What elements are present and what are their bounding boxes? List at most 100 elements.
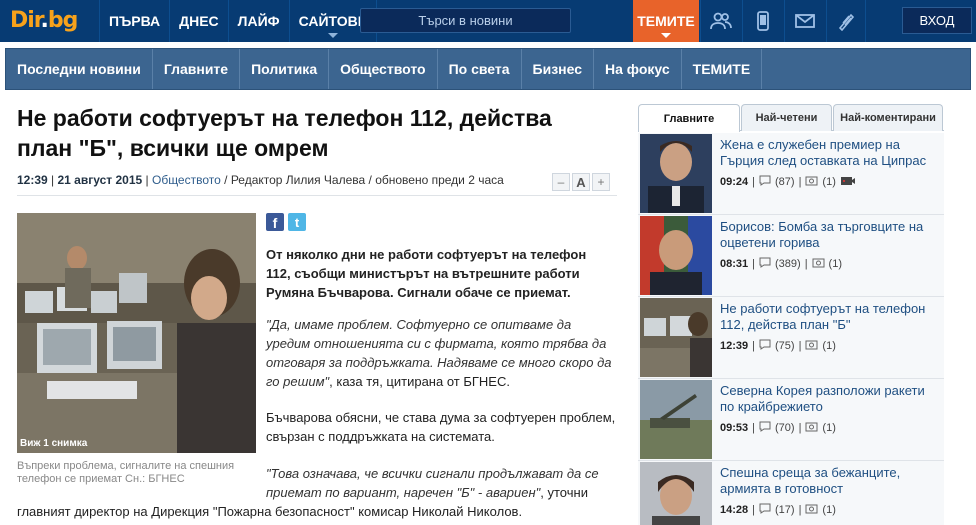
comment-icon <box>759 175 771 189</box>
photo-icon <box>805 339 818 353</box>
news-title[interactable]: Не работи софтуерът на телефон 112, дейс… <box>720 301 942 333</box>
news-thumbnail[interactable] <box>640 298 712 377</box>
news-stats: 09:24 | (87) | (1) <box>720 175 856 189</box>
news-stats: 08:31 | (389) | (1) <box>720 257 842 271</box>
divider <box>17 195 617 196</box>
logo-text: Dir.bg <box>10 7 78 33</box>
news-title[interactable]: Борисов: Бомба за търговците на оцветени… <box>720 219 942 251</box>
photo-count: (1) <box>828 258 842 270</box>
list-item[interactable]: Жена е служебен премиер на Гърция след о… <box>638 133 944 215</box>
section-nav-item-society[interactable]: Обществото <box>329 49 438 89</box>
top-nav: ПЪРВА ДНЕС ЛАЙФ САЙТОВЕ <box>99 0 378 42</box>
people-icon[interactable] <box>700 0 740 42</box>
article-photo[interactable]: Виж 1 снимка <box>17 213 256 453</box>
comment-icon <box>759 339 771 353</box>
article-lead: От няколко дни не работи софтуерът на те… <box>266 247 587 300</box>
article-updated: обновено преди 2 часа <box>375 173 504 187</box>
comment-count: (87) <box>775 176 795 188</box>
quote-attribution: , уточни <box>540 485 588 500</box>
tab-main[interactable]: Главните <box>638 104 740 132</box>
list-item[interactable]: Борисов: Бомба за търговците на оцветени… <box>638 215 944 297</box>
photo-count: (1) <box>822 504 836 516</box>
comment-count: (70) <box>775 422 795 434</box>
sidebar-news-list: Жена е служебен премиер на Гърция след о… <box>638 133 944 525</box>
section-nav-item-world[interactable]: По света <box>438 49 522 89</box>
comment-count: (17) <box>775 504 795 516</box>
section-nav-item-main[interactable]: Главните <box>153 49 241 89</box>
news-thumbnail[interactable] <box>640 216 712 295</box>
rss-icon[interactable] <box>826 0 866 42</box>
photo-count: (1) <box>822 422 836 434</box>
comment-icon <box>759 503 771 517</box>
saitove-label: САЙТОВЕ <box>298 13 368 29</box>
news-thumbnail[interactable] <box>640 134 712 213</box>
topics-label: ТЕМИТЕ <box>637 13 695 29</box>
news-time: 08:31 <box>720 258 749 270</box>
list-item[interactable]: Спешна среща за бежанците, армията в гот… <box>638 461 944 525</box>
article-paragraph: "Да, имаме проблем. Софтуерно се опитвам… <box>266 315 618 391</box>
site-logo[interactable]: Dir.bg <box>10 6 78 34</box>
article-paragraph-continuation: главният директор на Дирекция "Пожарна б… <box>17 504 523 519</box>
video-icon <box>840 175 856 189</box>
article-time: 12:39 <box>17 173 48 187</box>
comment-icon <box>759 421 771 435</box>
comment-count: (75) <box>775 340 795 352</box>
top-nav-item-parva[interactable]: ПЪРВА <box>99 0 169 42</box>
photo-icon <box>805 503 818 517</box>
article-paragraph: "Това означава, че всички сигнали продъл… <box>266 464 618 502</box>
news-thumbnail[interactable] <box>640 380 712 459</box>
font-decrease-button[interactable]: – <box>552 173 570 191</box>
top-nav-item-layf[interactable]: ЛАЙФ <box>227 0 289 42</box>
section-nav-item-politics[interactable]: Политика <box>240 49 330 89</box>
photo-icon <box>812 257 825 271</box>
section-nav-item-focus[interactable]: На фокус <box>594 49 682 89</box>
section-nav-item-topics[interactable]: ТЕМИТЕ <box>682 49 763 89</box>
article-section-link[interactable]: Обществото <box>152 173 221 187</box>
quote-attribution: , каза тя, цитирана от БГНЕС. <box>329 374 510 389</box>
news-stats: 09:53 | (70) | (1) <box>720 421 836 435</box>
photo-count-label[interactable]: Виж 1 снимка <box>20 438 87 449</box>
topics-button[interactable]: ТЕМИТЕ <box>633 0 699 42</box>
news-title[interactable]: Северна Корея разположи ракети по крайбр… <box>720 383 942 415</box>
search-input[interactable]: Търси в новини <box>360 8 571 33</box>
font-reset-button[interactable]: A <box>572 173 590 191</box>
section-nav-item-latest[interactable]: Последни новини <box>6 49 153 89</box>
share-buttons: f t <box>266 213 306 231</box>
news-time: 14:28 <box>720 504 749 516</box>
chevron-down-icon <box>661 33 671 38</box>
photo-icon <box>805 175 818 189</box>
comment-icon <box>759 257 771 271</box>
sidebar-tabs: Главните Най-четени Най-коментирани <box>638 104 944 132</box>
news-time: 12:39 <box>720 340 749 352</box>
article-meta: 12:39 | 21 август 2015 | Обществото / Ре… <box>17 173 504 187</box>
top-nav-item-dnes[interactable]: ДНЕС <box>169 0 228 42</box>
photo-caption: Въпреки проблема, сигналите на спешния т… <box>17 460 235 485</box>
news-thumbnail[interactable] <box>640 462 712 525</box>
article-title: Не работи софтуерът на телефон 112, дейс… <box>17 105 552 161</box>
facebook-icon[interactable]: f <box>266 213 284 231</box>
comment-count: (389) <box>775 258 801 270</box>
section-nav-item-business[interactable]: Бизнес <box>522 49 595 89</box>
news-title[interactable]: Спешна среща за бежанците, армията в гот… <box>720 465 942 497</box>
twitter-icon[interactable]: t <box>288 213 306 231</box>
chevron-down-icon <box>327 33 338 38</box>
tab-most-read[interactable]: Най-четени <box>741 104 832 131</box>
font-size-controls: – A + <box>552 173 610 191</box>
news-time: 09:24 <box>720 176 749 188</box>
tab-most-commented[interactable]: Най-коментирани <box>833 104 943 131</box>
news-time: 09:53 <box>720 422 749 434</box>
login-button[interactable]: ВХОД <box>902 7 972 34</box>
list-item[interactable]: Северна Корея разположи ракети по крайбр… <box>638 379 944 461</box>
photo-icon <box>805 421 818 435</box>
mobile-icon[interactable] <box>742 0 782 42</box>
article-paragraph: Бъчварова обясни, че става дума за софту… <box>266 410 616 444</box>
font-increase-button[interactable]: + <box>592 173 610 191</box>
news-title[interactable]: Жена е служебен премиер на Гърция след о… <box>720 137 942 169</box>
photo-count: (1) <box>822 176 836 188</box>
article-date: 21 август 2015 <box>57 173 143 187</box>
photo-count: (1) <box>822 340 836 352</box>
top-bar: Dir.bg ПЪРВА ДНЕС ЛАЙФ САЙТОВЕ Търси в н… <box>0 0 976 42</box>
news-stats: 12:39 | (75) | (1) <box>720 339 836 353</box>
mail-icon[interactable] <box>784 0 824 42</box>
list-item[interactable]: Не работи софтуерът на телефон 112, дейс… <box>638 297 944 379</box>
